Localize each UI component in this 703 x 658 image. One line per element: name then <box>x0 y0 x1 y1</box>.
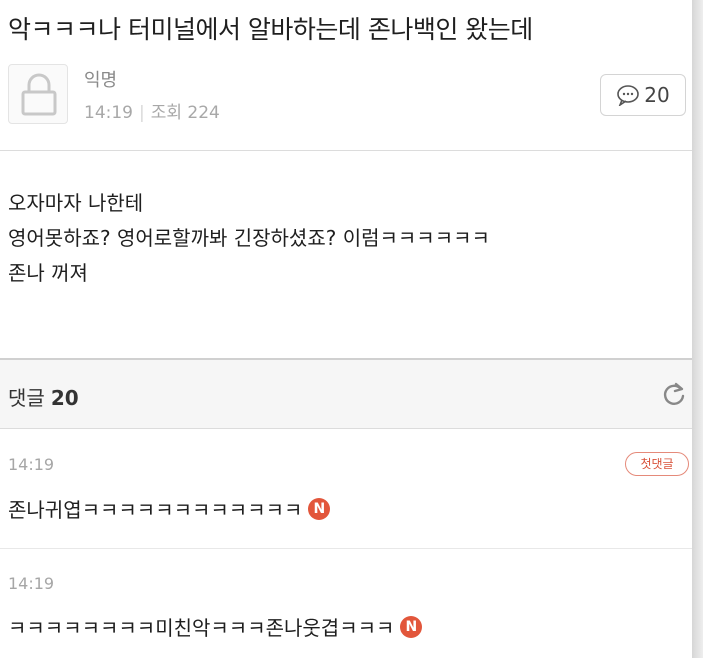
comments-header-label: 댓글 20 <box>8 382 79 411</box>
post-body-line: 존나 꺼져 <box>8 261 88 285</box>
avatar <box>8 64 68 124</box>
comment-text: ㅋㅋㅋㅋㅋㅋㅋㅋ미친악ㅋㅋㅋ존나웃겹ㅋㅋㅋ <box>8 616 395 640</box>
author-row: 익명 14:19 | 조회 224 20 <box>0 58 703 150</box>
author-name: 익명 <box>84 70 118 91</box>
comments-label: 댓글 <box>8 386 45 410</box>
new-badge: N <box>400 615 423 638</box>
post-meta: 14:19 | 조회 224 <box>84 98 220 123</box>
scrollbar[interactable] <box>692 0 703 658</box>
divider <box>0 548 692 549</box>
comments-count: 20 <box>50 386 79 410</box>
comment-count: 20 <box>644 83 670 107</box>
comment-text-row: 존나귀엽ㅋㅋㅋㅋㅋㅋㅋㅋㅋㅋㅋㅋ N <box>8 494 331 523</box>
comment-text: 존나귀엽ㅋㅋㅋㅋㅋㅋㅋㅋㅋㅋㅋㅋ <box>8 498 303 522</box>
meta-separator: | <box>139 103 145 123</box>
comment-text-row: ㅋㅋㅋㅋㅋㅋㅋㅋ미친악ㅋㅋㅋ존나웃겹ㅋㅋㅋ N <box>8 612 423 641</box>
refresh-icon[interactable] <box>660 380 688 408</box>
divider <box>0 428 692 429</box>
comment-time: 14:19 <box>8 455 55 474</box>
new-badge: N <box>308 497 331 520</box>
lock-avatar-icon <box>21 73 57 116</box>
comment-count-button[interactable]: 20 <box>600 74 686 116</box>
first-comment-badge: 첫댓글 <box>625 452 689 476</box>
speech-bubble-icon <box>617 85 640 106</box>
view-count: 조회 224 <box>150 103 220 123</box>
divider <box>0 150 692 151</box>
post-time: 14:19 <box>84 103 133 123</box>
post-title: 악ㅋㅋㅋ나 터미널에서 알바하는데 존나백인 왔는데 <box>8 15 533 44</box>
post-body-line: 오자마자 나한테 <box>8 191 144 215</box>
comment-time: 14:19 <box>8 574 55 593</box>
post-body: 오자마자 나한테 영어못하죠? 영어로할까봐 긴장하셨죠? 이럼ㅋㅋㅋㅋㅋㅋ 존… <box>8 186 490 291</box>
post-body-line: 영어못하죠? 영어로할까봐 긴장하셨죠? 이럼ㅋㅋㅋㅋㅋㅋ <box>8 226 490 250</box>
comments-header: 댓글 20 <box>0 358 692 428</box>
